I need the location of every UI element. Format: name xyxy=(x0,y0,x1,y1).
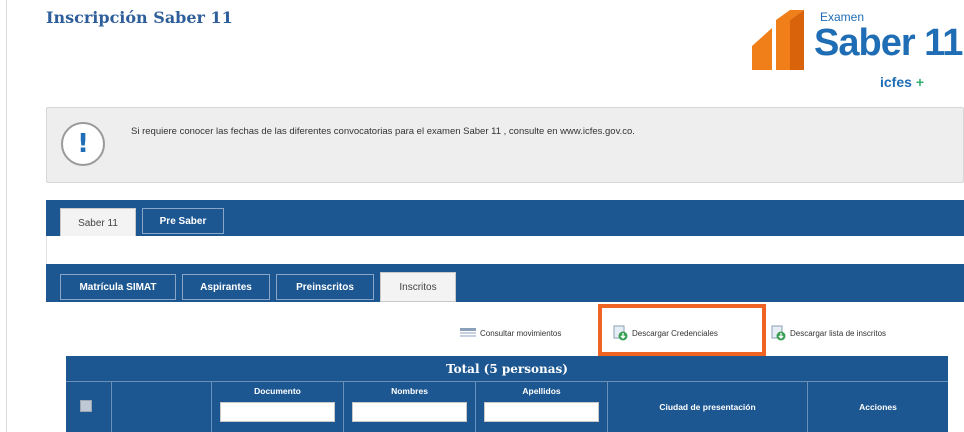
download-icon xyxy=(770,325,786,341)
exam-tab-panel xyxy=(46,236,964,264)
saber-logo-mark-icon xyxy=(752,10,804,70)
nombres-column: Nombres xyxy=(344,382,476,432)
documento-filter-input[interactable] xyxy=(220,402,335,422)
download-icon xyxy=(612,325,628,341)
table-total: Total (5 personas) xyxy=(66,356,948,382)
apellidos-header: Apellidos xyxy=(522,386,561,396)
registration-tabbar: Matrícula SIMAT Aspirantes Preinscritos … xyxy=(46,268,964,302)
descargar-lista-inscritos-label: Descargar lista de inscritos xyxy=(790,328,887,338)
apellidos-filter-input[interactable] xyxy=(484,402,599,422)
tab-inscritos[interactable]: Inscritos xyxy=(380,272,456,302)
logo-icfes-text: icfes + xyxy=(880,74,924,90)
tab-matricula-simat[interactable]: Matrícula SIMAT xyxy=(60,274,176,300)
page-title: Inscripción Saber 11 xyxy=(46,8,233,27)
logo-saber-text: Saber 11° xyxy=(814,22,964,64)
select-all-checkbox[interactable] xyxy=(80,400,92,412)
acciones-column: Acciones xyxy=(808,382,948,432)
actions-toolbar: Consultar movimientos Descargar Credenci… xyxy=(0,325,964,350)
descargar-credenciales-link[interactable]: Descargar Credenciales xyxy=(612,325,718,341)
alert-icon: ! xyxy=(61,122,105,166)
descargar-lista-inscritos-link[interactable]: Descargar lista de inscritos xyxy=(770,325,887,341)
icfes-plus-icon: + xyxy=(915,74,924,90)
documento-header: Documento xyxy=(254,386,301,396)
ciudad-presentacion-header: Ciudad de presentación xyxy=(659,402,756,412)
nombres-header: Nombres xyxy=(391,386,428,396)
apellidos-column: Apellidos xyxy=(476,382,608,432)
tab-aspirantes[interactable]: Aspirantes xyxy=(182,274,270,300)
consultar-movimientos-label: Consultar movimientos xyxy=(480,328,562,338)
descargar-credenciales-label: Descargar Credenciales xyxy=(632,328,718,338)
inscritos-table: Total (5 personas) Documento Nombres Ape… xyxy=(66,356,948,432)
consultar-movimientos-link[interactable]: Consultar movimientos xyxy=(460,326,561,340)
table-column-blank xyxy=(112,382,212,432)
tab-pre-saber[interactable]: Pre Saber xyxy=(142,208,224,234)
logo-icfes-label: icfes xyxy=(880,74,912,90)
info-message: Si requiere conocer las fechas de las di… xyxy=(131,126,635,137)
exam-tabbar: Saber 11 Pre Saber xyxy=(46,200,964,238)
tab-saber-11[interactable]: Saber 11 xyxy=(60,208,136,238)
saber-11-logo: Examen Saber 11° icfes + xyxy=(748,10,964,96)
acciones-header: Acciones xyxy=(859,402,897,412)
ciudad-column: Ciudad de presentación xyxy=(608,382,808,432)
nombres-filter-input[interactable] xyxy=(352,402,467,422)
list-icon xyxy=(460,326,476,340)
page-border xyxy=(6,0,7,432)
select-all-column xyxy=(66,382,112,432)
documento-column: Documento xyxy=(212,382,344,432)
info-notice: ! Si requiere conocer las fechas de las … xyxy=(46,107,964,183)
tab-preinscritos[interactable]: Preinscritos xyxy=(276,274,374,300)
